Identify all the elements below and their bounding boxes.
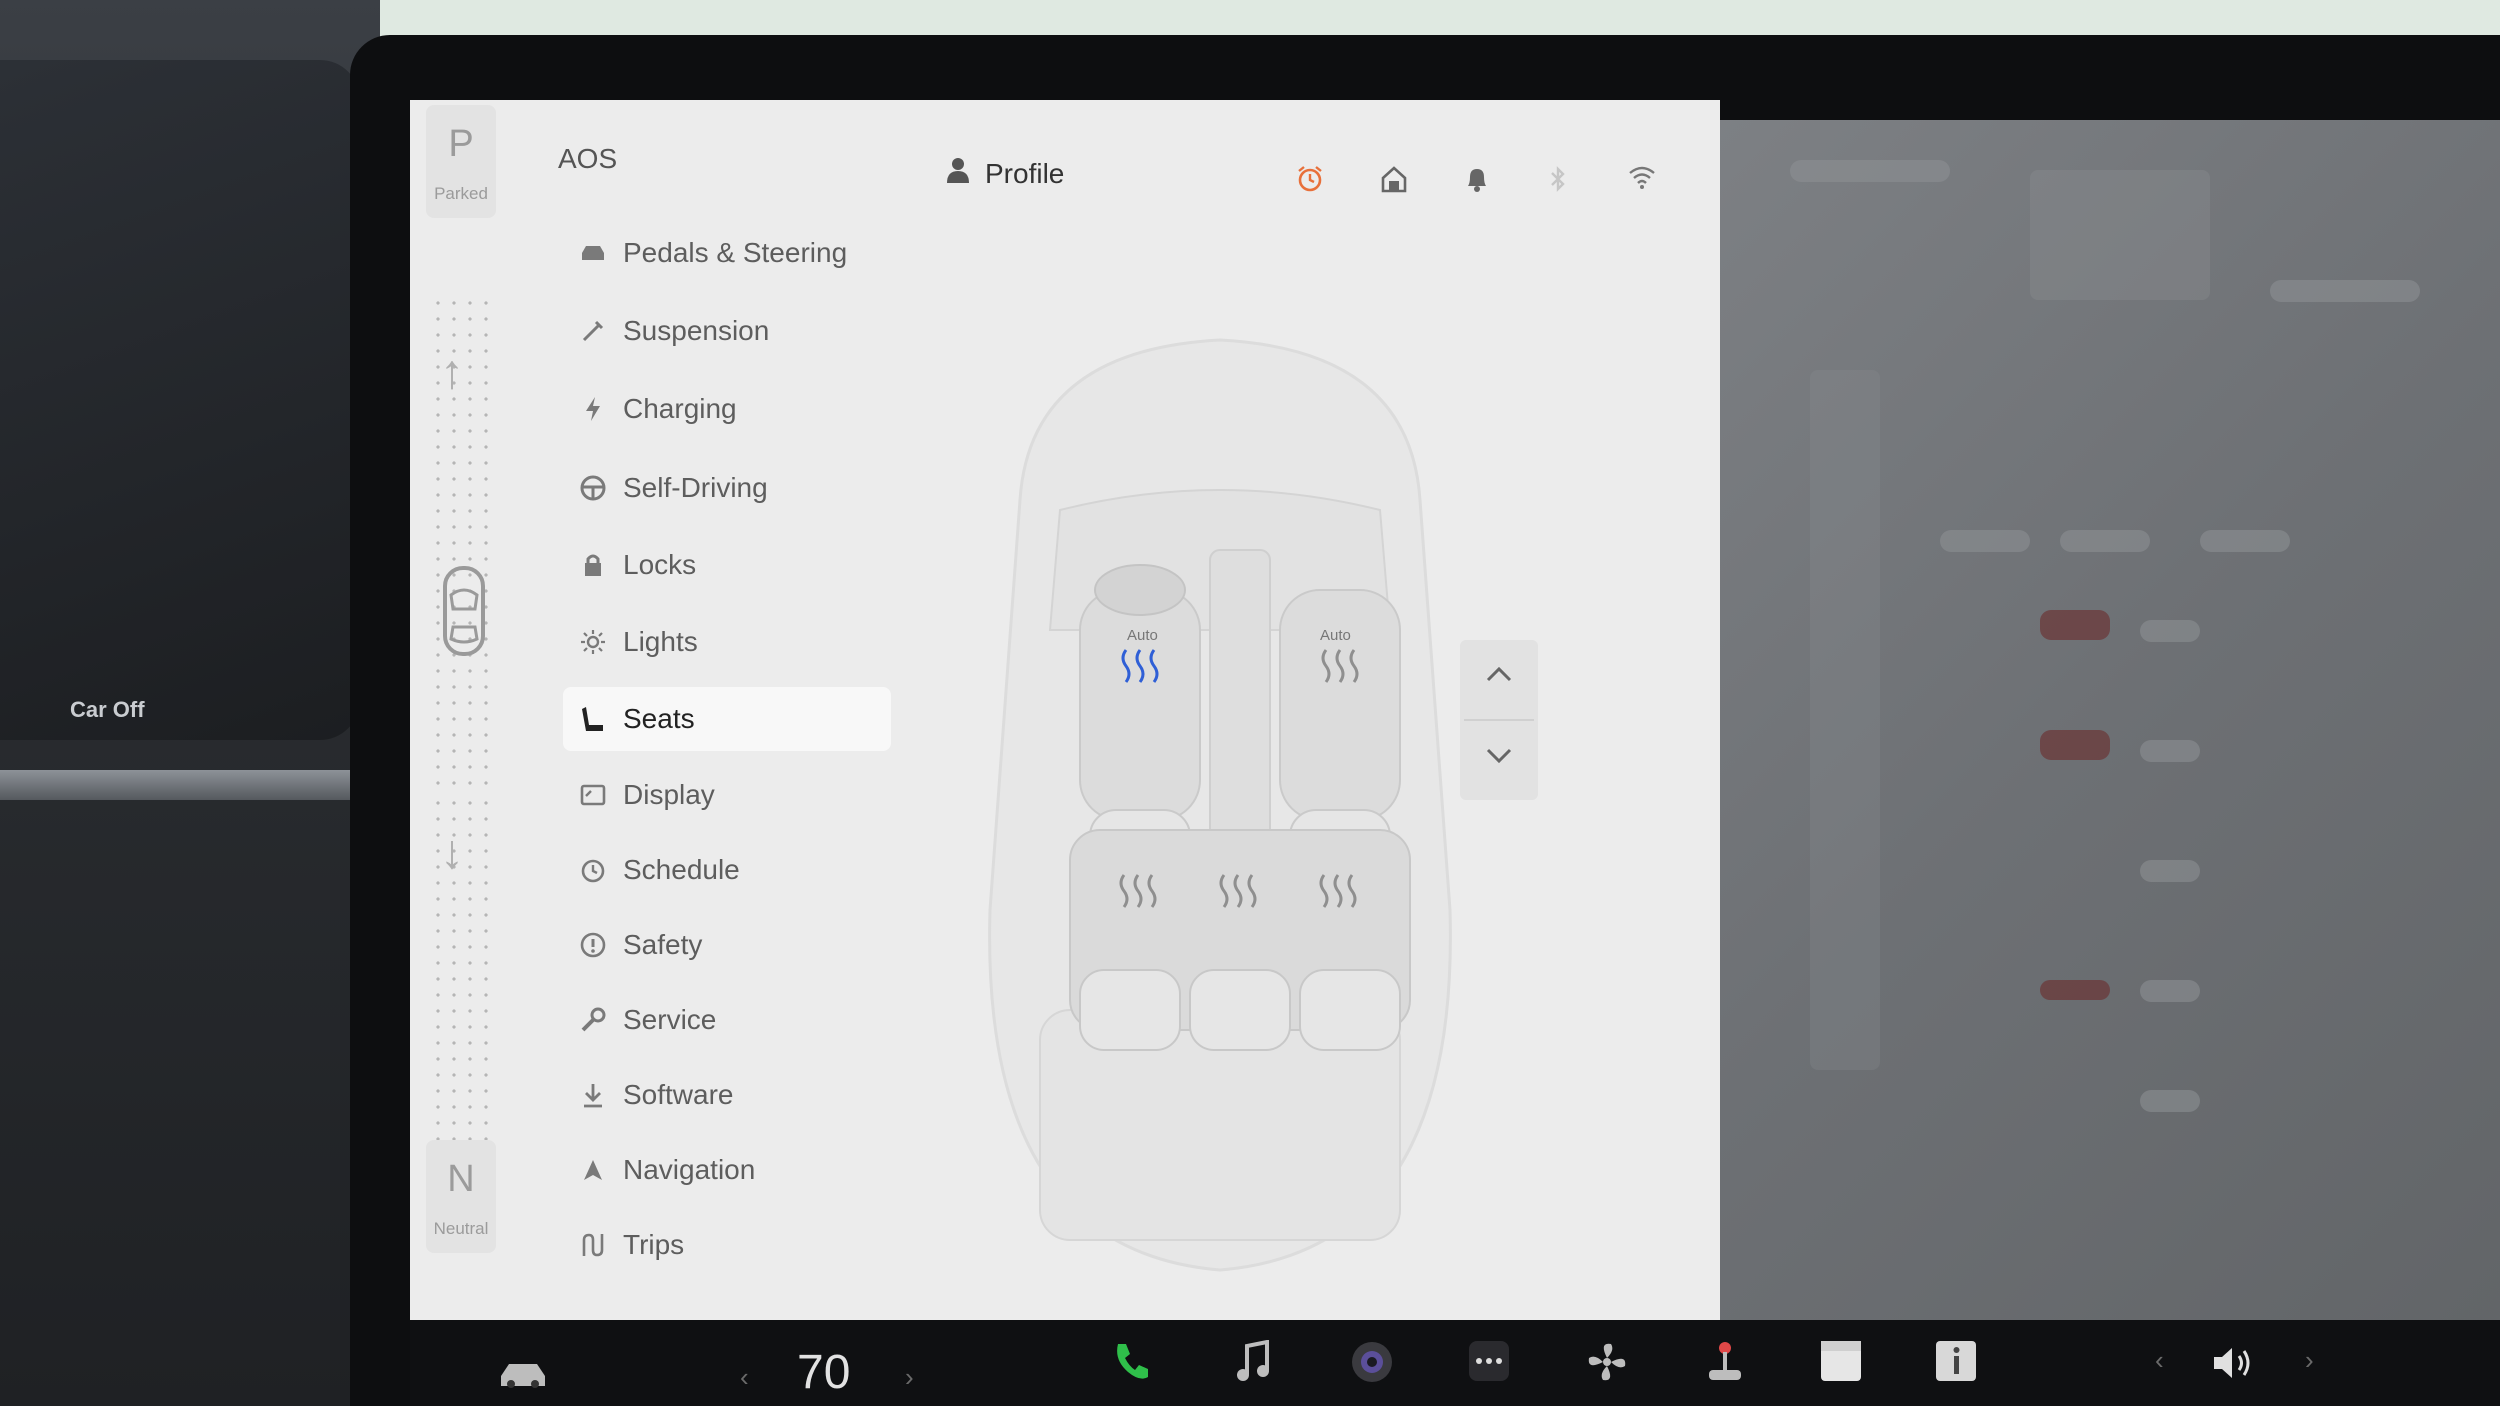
- gear-neutral[interactable]: N Neutral: [426, 1140, 496, 1253]
- passenger-heat-mode: Auto: [1320, 627, 1351, 644]
- menu-item-lights[interactable]: Lights: [563, 610, 891, 674]
- driver-seat[interactable]: [1079, 564, 1201, 871]
- wifi-icon[interactable]: [1628, 165, 1656, 194]
- wrench-pencil-icon: [563, 319, 623, 343]
- navigation-arrow-icon: [563, 1158, 623, 1182]
- gear-neutral-label: Neutral: [433, 1219, 489, 1238]
- seat-scroll-control: [1460, 640, 1538, 800]
- car-icon: [563, 243, 623, 263]
- volume-icon[interactable]: [2212, 1345, 2258, 1386]
- menu-item-label: Software: [623, 1079, 734, 1110]
- joystick-icon[interactable]: [1705, 1340, 1745, 1389]
- more-apps-icon[interactable]: [1468, 1340, 1510, 1387]
- menu-item-seats[interactable]: Seats: [563, 687, 891, 751]
- home-icon[interactable]: [1380, 165, 1408, 198]
- gear-park-label: Parked: [434, 184, 488, 203]
- lightning-icon: [563, 396, 623, 422]
- menu-item-label: Navigation: [623, 1154, 756, 1185]
- music-note-icon[interactable]: [1233, 1339, 1273, 1389]
- phone-icon[interactable]: [1110, 1340, 1152, 1387]
- menu-item-label: Locks: [623, 549, 697, 580]
- rear-seats[interactable]: [1069, 829, 1411, 1051]
- calendar-icon[interactable]: [1820, 1340, 1862, 1387]
- driver-heat-mode: Auto: [1127, 627, 1158, 644]
- gear-selector[interactable]: P Parked ↑ ↓ N Neutral: [420, 105, 500, 1290]
- wrench-icon: [563, 1007, 623, 1033]
- lock-icon: [563, 553, 623, 577]
- profile-button[interactable]: Profile: [947, 157, 1064, 190]
- menu-item-suspension[interactable]: Suspension: [563, 299, 891, 363]
- chevron-left-icon[interactable]: ‹: [740, 1362, 749, 1393]
- chevron-right-icon[interactable]: ›: [905, 1362, 914, 1393]
- menu-item-locks[interactable]: Locks: [563, 533, 891, 597]
- steering-wheel-icon: [563, 475, 623, 501]
- person-icon: [947, 157, 969, 190]
- menu-item-safety[interactable]: Safety: [563, 913, 891, 977]
- menu-item-pedals-steering[interactable]: Pedals & Steering: [563, 221, 891, 285]
- volume-chevron-left-icon[interactable]: ‹: [2155, 1345, 2164, 1376]
- menu-item-self-driving[interactable]: Self-Driving: [563, 456, 891, 520]
- sun-icon: [563, 629, 623, 655]
- instrument-cluster: [0, 60, 360, 740]
- car-icon[interactable]: [497, 1358, 549, 1395]
- menu-item-service[interactable]: Service: [563, 988, 891, 1052]
- alarm-icon[interactable]: [1296, 165, 1324, 198]
- gear-park[interactable]: P Parked: [426, 105, 496, 218]
- menu-item-label: Safety: [623, 929, 703, 960]
- arrow-up-icon: ↑: [440, 346, 464, 399]
- arrow-down-icon: ↓: [440, 826, 464, 879]
- car-off-label: Car Off: [70, 697, 145, 722]
- temperature-display[interactable]: 70: [797, 1345, 850, 1400]
- menu-item-display[interactable]: Display: [563, 763, 891, 827]
- car-topview-icon: [442, 565, 486, 662]
- menu-item-label: Service: [623, 1004, 717, 1035]
- menu-item-label: Schedule: [623, 854, 740, 885]
- page-title: AOS: [558, 143, 618, 174]
- clock-icon: [563, 857, 623, 883]
- gear-park-letter: P: [448, 123, 474, 165]
- menu-item-label: Pedals & Steering: [623, 237, 848, 268]
- menu-item-label: Seats: [623, 703, 695, 734]
- menu-item-charging[interactable]: Charging: [563, 377, 891, 441]
- menu-item-label: Charging: [623, 393, 737, 424]
- menu-item-label: Trips: [623, 1229, 685, 1260]
- volume-chevron-right-icon[interactable]: ›: [2305, 1345, 2314, 1376]
- chevron-down-icon[interactable]: [1484, 746, 1514, 771]
- menu-item-schedule[interactable]: Schedule: [563, 838, 891, 902]
- divider: [1464, 719, 1534, 721]
- camera-icon[interactable]: [1350, 1340, 1394, 1389]
- bluetooth-icon[interactable]: [1548, 165, 1568, 198]
- chevron-up-icon[interactable]: [1484, 664, 1514, 689]
- menu-item-label: Display: [623, 779, 715, 810]
- menu-item-trips[interactable]: Trips: [563, 1213, 891, 1277]
- info-circle-icon: [563, 932, 623, 958]
- menu-item-software[interactable]: Software: [563, 1063, 891, 1127]
- taskbar: [410, 1320, 2500, 1406]
- car-seat-diagram: [988, 338, 1452, 1272]
- fan-icon[interactable]: [1585, 1340, 1629, 1389]
- menu-item-label: Suspension: [623, 315, 770, 346]
- dashboard-trim: [0, 770, 380, 800]
- display-icon: [563, 784, 623, 806]
- trips-icon: [563, 1232, 623, 1258]
- download-icon: [563, 1082, 623, 1108]
- menu-item-label: Lights: [623, 626, 698, 657]
- gear-neutral-letter: N: [447, 1158, 475, 1200]
- menu-item-label: Self-Driving: [623, 472, 768, 503]
- profile-label: Profile: [985, 157, 1065, 189]
- seat-icon: [563, 705, 623, 733]
- info-manual-icon[interactable]: [1935, 1340, 1977, 1387]
- menu-item-navigation[interactable]: Navigation: [563, 1138, 891, 1202]
- bell-icon[interactable]: [1464, 165, 1490, 198]
- map-area[interactable]: [1710, 120, 2500, 1320]
